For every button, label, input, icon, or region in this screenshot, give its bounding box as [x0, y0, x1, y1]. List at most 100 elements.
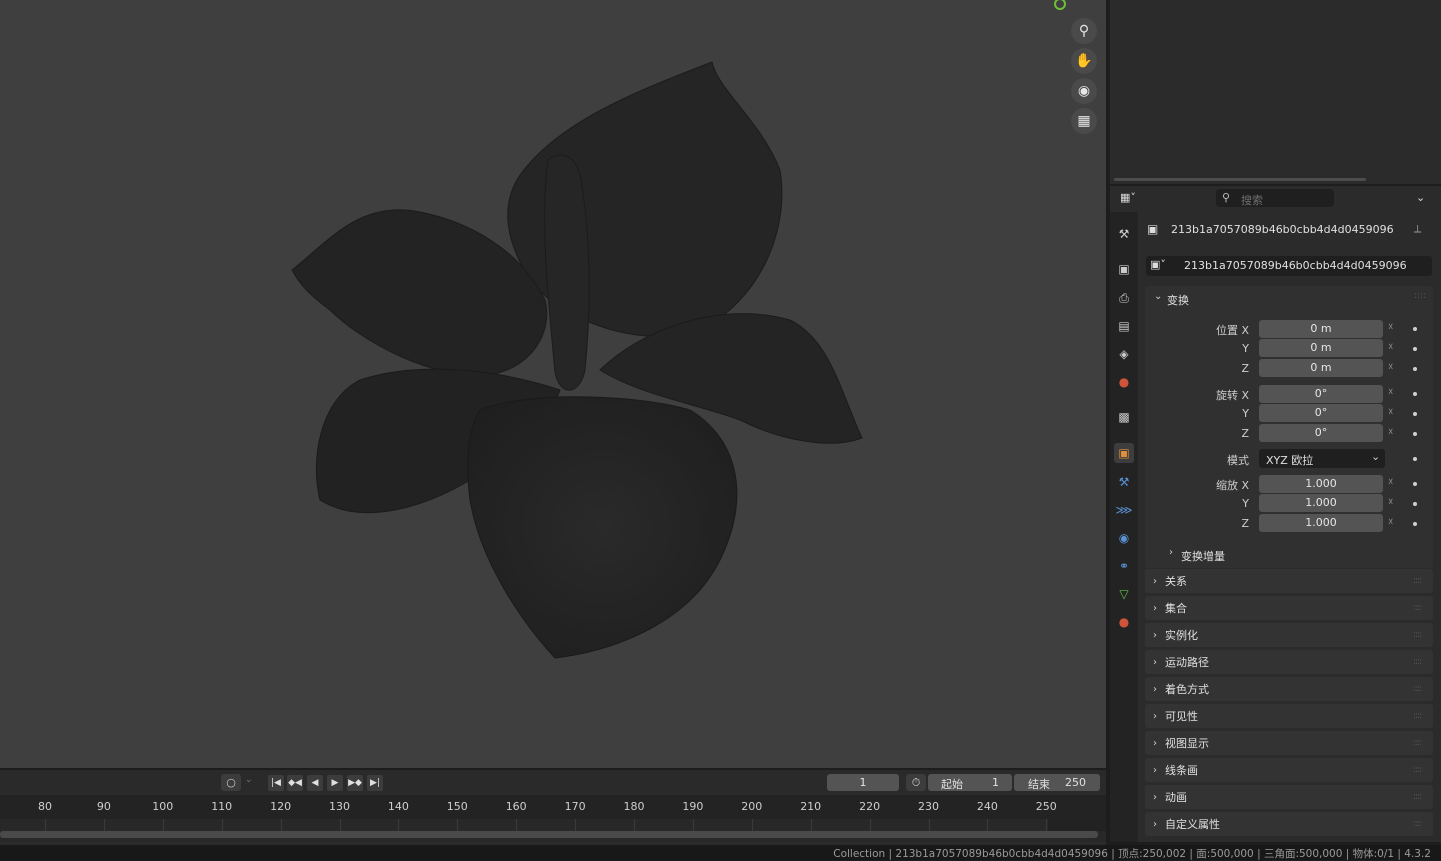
panel-shading[interactable]: › 着色方式:::: [1145, 677, 1433, 701]
drag-grip-icon[interactable]: :::: [1413, 819, 1433, 829]
delta-chevron-icon[interactable]: › [1169, 547, 1173, 558]
scale-y-field[interactable]: 1.000 [1259, 494, 1383, 512]
start-frame-field[interactable]: 起始 1 [928, 774, 1012, 791]
world-tab-icon[interactable]: ● [1114, 372, 1134, 392]
collection-tab-icon[interactable]: ▩ [1114, 407, 1134, 427]
record-keyframe-icon[interactable]: ○ [221, 774, 241, 791]
outliner-scrollbar[interactable] [1114, 178, 1366, 181]
object-tab-icon[interactable]: ▣ [1114, 443, 1134, 463]
drag-grip-icon[interactable]: :::: [1413, 630, 1433, 640]
keyframe-dot[interactable] [1413, 367, 1417, 371]
panel-visibility[interactable]: › 可见性:::: [1145, 704, 1433, 728]
jump-start-icon[interactable]: |◀ [268, 775, 284, 791]
material-tab-icon[interactable]: ● [1114, 612, 1134, 632]
keyframe-dot[interactable] [1413, 432, 1417, 436]
lock-icon[interactable]: ☓ [1388, 427, 1402, 439]
drag-grip-icon[interactable]: :::: [1413, 684, 1433, 694]
3d-viewport[interactable]: ⚲ ✋ ◉ ▦ [0, 0, 1106, 768]
current-frame-field[interactable]: 1 [827, 774, 899, 791]
constraints-tab-icon[interactable]: ⚭ [1114, 556, 1134, 576]
chevron-right-icon: › [1153, 602, 1157, 614]
render-tab-icon[interactable]: ▣ [1114, 259, 1134, 279]
drag-grip-icon[interactable]: :::: [1413, 657, 1433, 667]
panel-motion-paths[interactable]: › 运动路径:::: [1145, 650, 1433, 674]
drag-grip-icon[interactable]: :::: [1413, 765, 1433, 775]
scale-x-field[interactable]: 1.000 [1259, 475, 1383, 493]
rotation-mode-dropdown[interactable]: XYZ 欧拉 ⌄ [1259, 449, 1385, 468]
lock-icon[interactable]: ☓ [1388, 322, 1402, 334]
panel-title: 线条画 [1165, 764, 1198, 777]
panel-custom-properties[interactable]: › 自定义属性:::: [1145, 812, 1433, 836]
panel-instancing[interactable]: › 实例化:::: [1145, 623, 1433, 647]
end-frame-field[interactable]: 结束 250 [1014, 774, 1100, 791]
panel-animation[interactable]: › 动画:::: [1145, 785, 1433, 809]
pan-hand-icon[interactable]: ✋ [1071, 48, 1097, 74]
options-chevron-icon[interactable]: ⌄ [1416, 191, 1425, 204]
camera-icon[interactable]: ◉ [1071, 78, 1097, 104]
transform-title[interactable]: 变换 [1167, 292, 1189, 308]
play-reverse-icon[interactable]: ◀ [307, 775, 323, 791]
lock-icon[interactable]: ☓ [1388, 477, 1402, 489]
drag-grip-icon[interactable]: :::: [1413, 603, 1433, 613]
rotation-y-field[interactable]: 0° [1259, 404, 1383, 422]
jump-end-icon[interactable]: ▶| [367, 775, 383, 791]
drag-grip-icon[interactable]: :::: [1413, 792, 1433, 802]
keying-dropdown-icon[interactable]: ⌄ [245, 775, 253, 785]
keyframe-dot[interactable] [1413, 347, 1417, 351]
lock-icon[interactable]: ☓ [1388, 517, 1402, 529]
panel-viewport-display[interactable]: › 视图显示:::: [1145, 731, 1433, 755]
keyframe-dot[interactable] [1413, 392, 1417, 396]
timeline-tick-label: 80 [38, 800, 52, 813]
search-input[interactable]: ⚲ 搜索 [1216, 189, 1334, 207]
keyframe-dot[interactable] [1413, 327, 1417, 331]
preview-range-icon[interactable]: ⏱ [906, 774, 926, 791]
physics-tab-icon[interactable]: ◉ [1114, 528, 1134, 548]
transform-chevron-icon[interactable]: ⌄ [1154, 291, 1162, 302]
rotation-y-label: Y [1242, 407, 1249, 420]
object-type-icon[interactable]: ▣˅ [1150, 258, 1166, 271]
output-tab-icon[interactable]: ⎙ [1114, 288, 1134, 308]
keyframe-dot[interactable] [1413, 522, 1417, 526]
lock-icon[interactable]: ☓ [1388, 497, 1402, 509]
frame-range-shade [1048, 819, 1106, 831]
panel-relations[interactable]: › 关系:::: [1145, 569, 1433, 593]
location-y-field[interactable]: 0 m [1259, 339, 1383, 357]
rotation-z-field[interactable]: 0° [1259, 424, 1383, 442]
lock-icon[interactable]: ☓ [1388, 387, 1402, 399]
location-z-label: Z [1241, 362, 1249, 375]
next-keyframe-icon[interactable]: ▶◆ [347, 775, 363, 791]
keyframe-dot[interactable] [1413, 482, 1417, 486]
timeline-scrollbar[interactable] [0, 831, 1098, 838]
location-x-field[interactable]: 0 m [1259, 320, 1383, 338]
drag-grip-icon[interactable]: :::: [1413, 576, 1433, 586]
drag-grip-icon[interactable]: :::: [1413, 711, 1433, 721]
drag-grip-icon[interactable]: :::: [1414, 291, 1426, 301]
lock-icon[interactable]: ☓ [1388, 342, 1402, 354]
location-z-field[interactable]: 0 m [1259, 359, 1383, 377]
data-tab-icon[interactable]: ▽ [1114, 584, 1134, 604]
lock-icon[interactable]: ☓ [1388, 407, 1402, 419]
scene-tab-icon[interactable]: ◈ [1114, 344, 1134, 364]
perspective-grid-icon[interactable]: ▦ [1071, 108, 1097, 134]
scale-z-field[interactable]: 1.000 [1259, 514, 1383, 532]
keyframe-dot[interactable] [1413, 457, 1417, 461]
panel-collections[interactable]: › 集合:::: [1145, 596, 1433, 620]
editor-type-icon[interactable]: ▦˅ [1120, 191, 1146, 207]
drag-grip-icon[interactable]: :::: [1413, 738, 1433, 748]
play-icon[interactable]: ▶ [327, 775, 343, 791]
modifier-wrench-icon[interactable]: ⚒ [1114, 472, 1134, 492]
keyframe-dot[interactable] [1413, 412, 1417, 416]
prev-keyframe-icon[interactable]: ◆◀ [287, 775, 303, 791]
zoom-icon[interactable]: ⚲ [1071, 18, 1097, 44]
keyframe-dot[interactable] [1413, 502, 1417, 506]
view-layer-tab-icon[interactable]: ▤ [1114, 316, 1134, 336]
lock-icon[interactable]: ☓ [1388, 362, 1402, 374]
tool-tab-icon[interactable]: ⚒ [1114, 224, 1134, 244]
panel-line-art[interactable]: › 线条画:::: [1145, 758, 1433, 782]
pin-icon[interactable]: ⟂ [1414, 222, 1421, 236]
particles-tab-icon[interactable]: ⋙ [1114, 500, 1134, 520]
outliner-area[interactable] [1110, 0, 1441, 184]
rotation-x-field[interactable]: 0° [1259, 385, 1383, 403]
delta-transform-title[interactable]: 变换增量 [1181, 548, 1225, 564]
object-datablock-field[interactable]: ▣˅ 213b1a7057089b46b0cbb4d4d0459096 [1146, 256, 1432, 276]
